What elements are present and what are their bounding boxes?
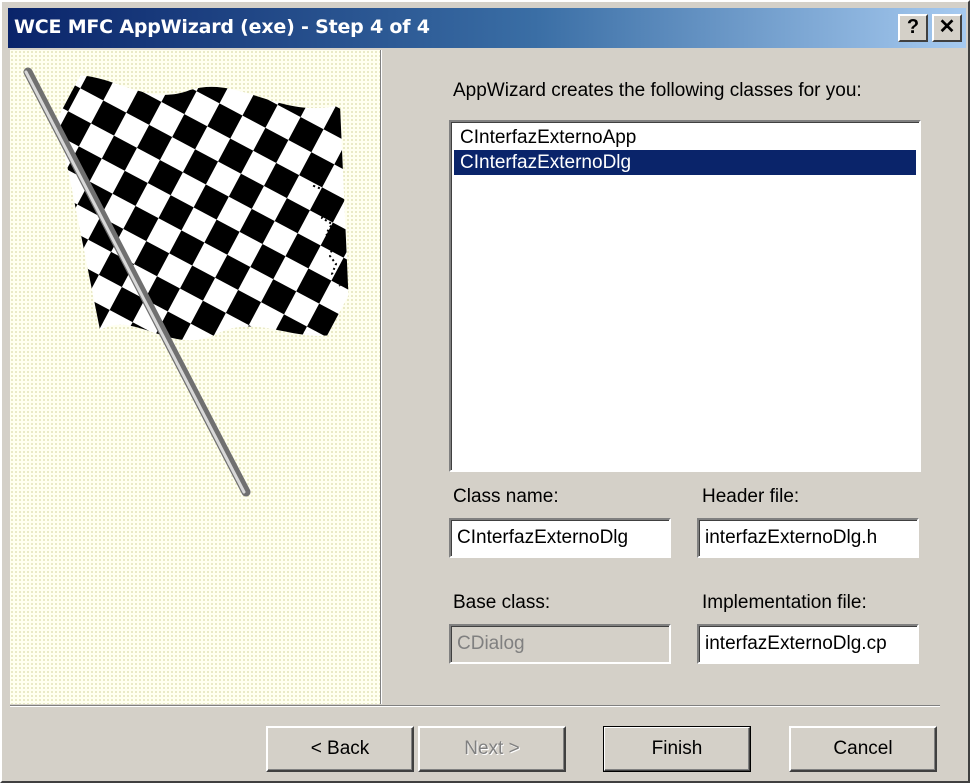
close-icon: ✕ [938, 16, 956, 38]
wizard-dialog: WCE MFC AppWizard (exe) - Step 4 of 4 ? … [0, 0, 970, 783]
back-button[interactable]: < Back [266, 726, 414, 772]
implementation-file-label: Implementation file: [702, 592, 867, 613]
finish-button[interactable]: Finish [603, 726, 751, 772]
cancel-button[interactable]: Cancel [789, 726, 937, 772]
implementation-file-field[interactable]: interfazExternoDlg.cp [697, 624, 919, 664]
base-class-label: Base class: [453, 592, 551, 613]
help-button[interactable]: ? [898, 14, 928, 42]
button-separator-highlight [10, 706, 940, 707]
class-name-label: Class name: [453, 486, 559, 507]
title-bar[interactable]: WCE MFC AppWizard (exe) - Step 4 of 4 ? … [8, 8, 966, 48]
base-class-field: CDialog [449, 624, 671, 664]
header-file-field[interactable]: interfazExternoDlg.h [697, 518, 919, 558]
help-icon: ? [906, 16, 920, 38]
close-button[interactable]: ✕ [932, 14, 962, 42]
next-button[interactable]: Next > [418, 726, 566, 772]
classes-heading: AppWizard creates the following classes … [453, 80, 862, 101]
list-item-selected[interactable]: CInterfazExternoDlg [454, 150, 916, 175]
class-name-field[interactable]: CInterfazExternoDlg [449, 518, 671, 558]
classes-listbox[interactable]: CInterfazExternoApp CInterfazExternoDlg [449, 120, 921, 472]
window-title: WCE MFC AppWizard (exe) - Step 4 of 4 [14, 16, 430, 38]
checkered-flag-icon [23, 67, 350, 497]
wizard-art-panel [10, 50, 380, 704]
list-item[interactable]: CInterfazExternoApp [454, 125, 916, 150]
art-divider-highlight [381, 50, 382, 704]
header-file-label: Header file: [702, 486, 800, 507]
